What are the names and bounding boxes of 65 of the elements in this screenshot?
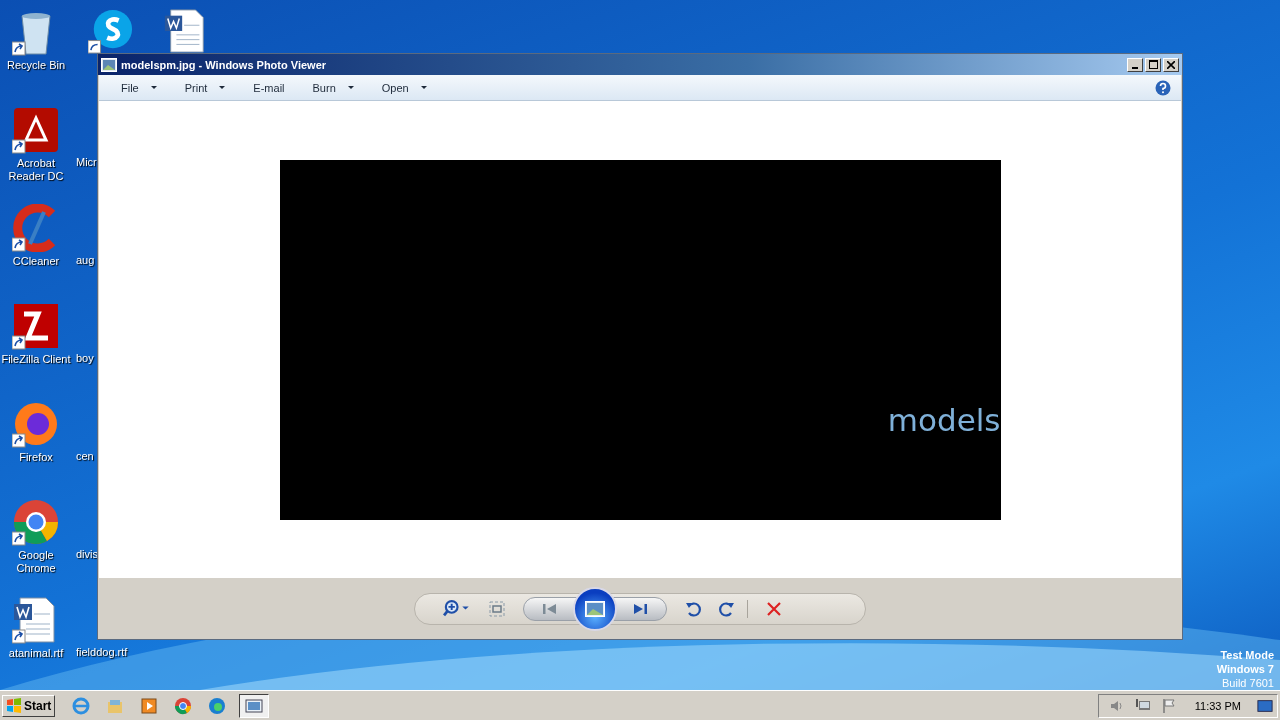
app-icon — [245, 696, 264, 715]
help-icon[interactable] — [1155, 79, 1171, 96]
shortcut-label[interactable]: cen — [76, 450, 94, 462]
menu-item[interactable]: Burn — [304, 79, 362, 96]
photo-icon — [585, 600, 605, 617]
photo-icon — [101, 57, 117, 72]
app-icon — [12, 302, 60, 350]
system-notice: Windows 7 — [1216, 662, 1274, 676]
rotate-right-icon[interactable] — [719, 600, 735, 617]
app-icon — [12, 498, 60, 546]
desktop-shortcut[interactable]: FileZilla Client — [0, 302, 72, 366]
shortcut-label[interactable]: fielddog.rtf — [76, 646, 128, 658]
taskbar-button[interactable] — [239, 693, 270, 718]
caret-icon — [420, 86, 427, 89]
window-title: modelspm.jpg - Windows Photo Viewer — [121, 58, 328, 71]
shortcut-label[interactable]: Micr — [76, 156, 97, 168]
caret-icon — [219, 86, 226, 89]
app-icon — [174, 696, 193, 715]
app-icon — [72, 696, 91, 715]
delete-icon[interactable] — [766, 600, 782, 617]
shortcut-label: Google Chrome — [15, 549, 57, 575]
next-button[interactable] — [613, 596, 667, 621]
desktop-shortcut[interactable]: CCleaner — [0, 204, 72, 268]
shortcut-label: CCleaner — [12, 255, 60, 268]
desktop-shortcut[interactable]: Recycle Bin — [0, 8, 72, 72]
start-button[interactable]: Start — [2, 694, 56, 717]
menu-item[interactable]: E-mail — [245, 79, 293, 96]
close-icon — [1167, 60, 1175, 69]
shortcut-label: Firefox — [19, 451, 53, 464]
system-notice: Test Mode — [1220, 648, 1274, 662]
shortcut-label: FileZilla Client — [1, 353, 71, 366]
shortcut-label[interactable]: boy — [76, 352, 94, 364]
clock[interactable]: 11:33 PM — [1194, 699, 1241, 712]
zoom-icon[interactable] — [443, 600, 471, 617]
maximize-button[interactable] — [1145, 57, 1161, 72]
previous-icon — [542, 602, 558, 615]
app-icon — [208, 696, 227, 715]
shortcut-label[interactable]: divis — [76, 548, 98, 560]
caret-icon — [150, 86, 157, 89]
desktop-shortcut[interactable]: Google Chrome — [0, 498, 72, 575]
caret-icon — [347, 86, 354, 89]
close-button[interactable] — [1163, 57, 1179, 72]
app-icon — [12, 400, 60, 448]
minimize-button[interactable] — [1127, 57, 1143, 72]
shortcut-label: Acrobat Reader DC — [7, 157, 65, 183]
slideshow-button[interactable] — [573, 586, 617, 631]
app-icon — [140, 696, 159, 715]
show-desktop-icon[interactable] — [1257, 697, 1273, 714]
app-icon[interactable] — [88, 8, 134, 54]
menu-item[interactable]: Open — [373, 79, 435, 96]
desktop-shortcut[interactable]: Firefox — [0, 400, 72, 464]
menu-item[interactable]: Print — [176, 79, 234, 96]
shortcut-label: Recycle Bin — [6, 59, 66, 72]
image-text: models — [887, 401, 1001, 438]
menu-item[interactable]: File — [113, 79, 165, 96]
windows-logo-icon — [6, 697, 22, 714]
app-icon — [12, 106, 60, 154]
desktop-shortcut[interactable]: Acrobat Reader DC — [0, 106, 72, 183]
shortcut-label[interactable]: aug — [76, 254, 95, 266]
desktop-shortcut[interactable]: atanimal.rtf — [0, 596, 72, 660]
flag-icon[interactable] — [1160, 697, 1177, 714]
system-notice: Build 7601 — [1222, 676, 1274, 690]
next-icon — [632, 602, 648, 615]
rotate-left-icon[interactable] — [685, 600, 701, 617]
shortcut-label: atanimal.rtf — [8, 647, 64, 660]
